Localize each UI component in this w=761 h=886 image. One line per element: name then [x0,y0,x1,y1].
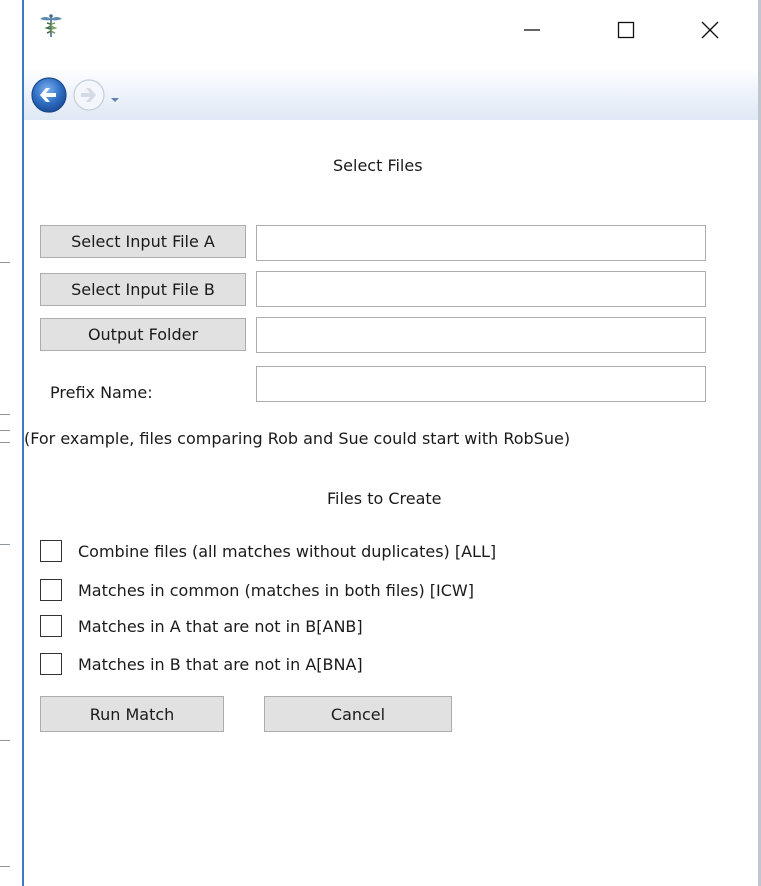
minimize-icon [523,21,541,43]
file-a-path-field[interactable] [256,225,706,261]
file-b-path-field[interactable] [256,271,706,307]
option-anb-row[interactable]: Matches in A that are not in B[ANB] [40,614,363,638]
option-all-label: Combine files (all matches without dupli… [78,541,497,561]
prefix-example-text: (For example, files comparing Rob and Su… [24,429,571,448]
title-bar [24,0,758,68]
caduceus-icon [38,12,64,38]
option-bna-label: Matches in B that are not in A[BNA] [78,654,363,674]
option-icw-label: Matches in common (matches in both files… [78,580,474,600]
navigation-bar [24,68,758,120]
main-content: Select Files Select Input File A Select … [24,120,758,886]
maximize-button[interactable] [604,14,648,50]
select-input-file-a-button[interactable]: Select Input File A [40,225,246,258]
option-all-row[interactable]: Combine files (all matches without dupli… [40,539,496,563]
run-match-button[interactable]: Run Match [40,696,224,732]
option-bna-row[interactable]: Matches in B that are not in A[BNA] [40,652,363,676]
option-anb-label: Matches in A that are not in B[ANB] [78,616,363,636]
output-folder-button[interactable]: Output Folder [40,318,246,351]
app-window: Select Files Select Input File A Select … [24,0,758,886]
close-button[interactable] [688,14,732,50]
option-icw-checkbox[interactable] [40,579,62,601]
option-anb-checkbox[interactable] [40,615,62,637]
output-folder-path-field[interactable] [256,317,706,353]
minimize-button[interactable] [510,14,554,50]
maximize-icon [617,21,635,43]
prefix-name-input[interactable] [256,366,706,402]
back-arrow-icon[interactable] [30,76,68,114]
background-window-edge [0,0,22,886]
option-all-checkbox[interactable] [40,540,62,562]
close-icon [700,20,720,44]
option-bna-checkbox[interactable] [40,653,62,675]
dropdown-arrow-icon[interactable] [110,90,120,102]
prefix-name-label: Prefix Name: [50,383,153,402]
select-input-file-b-button[interactable]: Select Input File B [40,273,246,306]
select-files-heading: Select Files [333,156,423,175]
forward-arrow-icon[interactable] [72,78,106,112]
option-icw-row[interactable]: Matches in common (matches in both files… [40,578,474,602]
cancel-button[interactable]: Cancel [264,696,452,732]
files-to-create-heading: Files to Create [327,489,442,508]
